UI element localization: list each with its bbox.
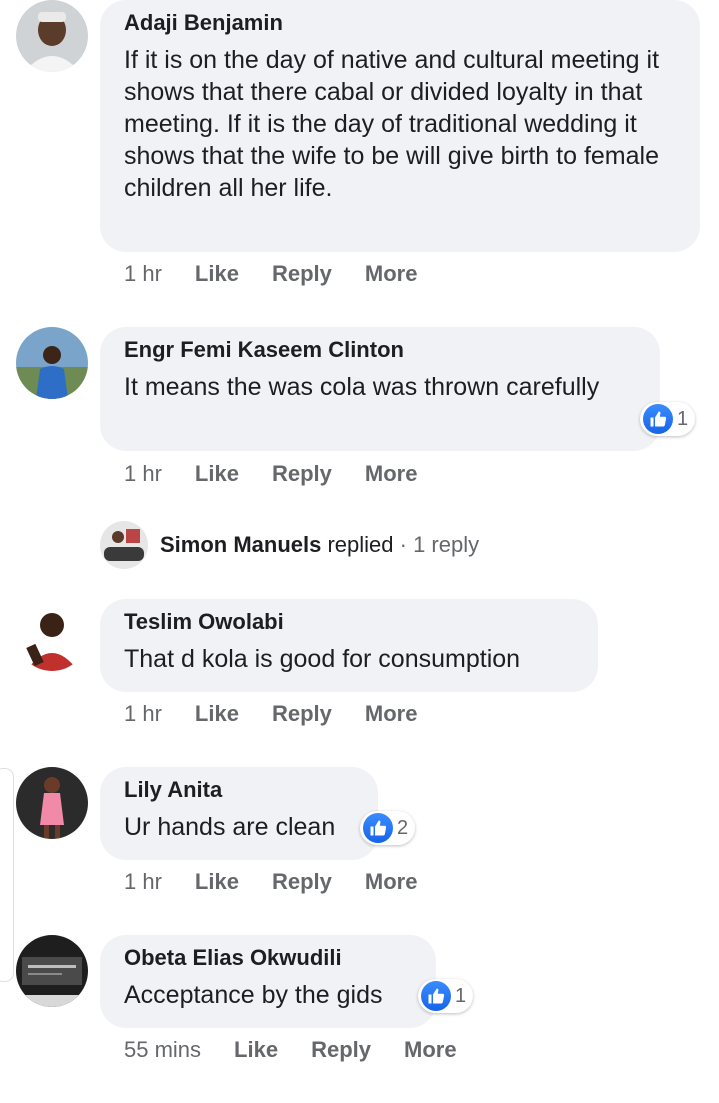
more-button[interactable]: More bbox=[365, 261, 418, 287]
comment-text: Ur hands are clean bbox=[124, 813, 336, 841]
reaction-badge[interactable]: 1 bbox=[640, 402, 696, 436]
comment-time[interactable]: 1 hr bbox=[124, 869, 162, 895]
comment-time[interactable]: 1 hr bbox=[124, 261, 162, 287]
reply-summary-text: Simon Manuels replied · 1 reply bbox=[160, 532, 479, 558]
more-button[interactable]: More bbox=[365, 869, 418, 895]
comment-text: If it is on the day of native and cultur… bbox=[124, 46, 660, 202]
reply-avatar bbox=[100, 521, 148, 569]
avatar[interactable] bbox=[16, 0, 88, 72]
view-replies-link[interactable]: Simon Manuels replied · 1 reply bbox=[100, 521, 479, 569]
comment-actions: 55 mins Like Reply More bbox=[124, 1037, 457, 1063]
comment-time[interactable]: 1 hr bbox=[124, 701, 162, 727]
reaction-badge[interactable]: 2 bbox=[360, 811, 416, 845]
comment-actions: 1 hr Like Reply More bbox=[124, 869, 417, 895]
reply-count[interactable]: 1 reply bbox=[413, 532, 479, 557]
side-panel-edge bbox=[0, 768, 14, 982]
reply-button[interactable]: Reply bbox=[272, 461, 332, 487]
comment-time[interactable]: 1 hr bbox=[124, 461, 162, 487]
reaction-count: 2 bbox=[397, 816, 409, 839]
more-button[interactable]: More bbox=[365, 701, 418, 727]
avatar[interactable] bbox=[16, 327, 88, 399]
like-button[interactable]: Like bbox=[195, 869, 239, 895]
comment-bubble: Engr Femi Kaseem Clinton It means the wa… bbox=[100, 327, 660, 451]
reaction-badge[interactable]: 1 bbox=[418, 979, 474, 1013]
reply-author[interactable]: Simon Manuels bbox=[160, 532, 321, 557]
reaction-count: 1 bbox=[455, 984, 467, 1007]
comment-author[interactable]: Engr Femi Kaseem Clinton bbox=[124, 337, 636, 363]
comment-author[interactable]: Lily Anita bbox=[124, 777, 354, 803]
comment-bubble: Obeta Elias Okwudili Acceptance by the g… bbox=[100, 935, 436, 1028]
comment-author[interactable]: Teslim Owolabi bbox=[124, 609, 574, 635]
comment-text: It means the was cola was thrown careful… bbox=[124, 373, 600, 401]
reply-button[interactable]: Reply bbox=[311, 1037, 371, 1063]
avatar[interactable] bbox=[16, 935, 88, 1007]
comment-actions: 1 hr Like Reply More bbox=[124, 701, 417, 727]
like-button[interactable]: Like bbox=[195, 461, 239, 487]
more-button[interactable]: More bbox=[404, 1037, 457, 1063]
comment-bubble: Lily Anita Ur hands are clean bbox=[100, 767, 378, 860]
like-button[interactable]: Like bbox=[195, 701, 239, 727]
reaction-count: 1 bbox=[677, 407, 689, 430]
more-button[interactable]: More bbox=[365, 461, 418, 487]
comment-author[interactable]: Obeta Elias Okwudili bbox=[124, 945, 412, 971]
comment-actions: 1 hr Like Reply More bbox=[124, 461, 417, 487]
like-icon bbox=[421, 981, 451, 1011]
comment-author[interactable]: Adaji Benjamin bbox=[124, 10, 676, 36]
comment-actions: 1 hr Like Reply More bbox=[124, 261, 417, 287]
like-button[interactable]: Like bbox=[234, 1037, 278, 1063]
reply-button[interactable]: Reply bbox=[272, 701, 332, 727]
comment-bubble: Adaji Benjamin If it is on the day of na… bbox=[100, 0, 700, 252]
reply-verb: replied bbox=[321, 532, 394, 557]
like-icon bbox=[643, 404, 673, 434]
comment-bubble: Teslim Owolabi That d kola is good for c… bbox=[100, 599, 598, 692]
avatar[interactable] bbox=[16, 767, 88, 839]
reply-separator: · bbox=[393, 532, 414, 557]
reply-button[interactable]: Reply bbox=[272, 869, 332, 895]
comment-time[interactable]: 55 mins bbox=[124, 1037, 201, 1063]
comment-text: That d kola is good for consumption bbox=[124, 645, 521, 673]
like-button[interactable]: Like bbox=[195, 261, 239, 287]
like-icon bbox=[363, 813, 393, 843]
comment-text: Acceptance by the gids bbox=[124, 981, 383, 1009]
reply-button[interactable]: Reply bbox=[272, 261, 332, 287]
avatar[interactable] bbox=[16, 599, 88, 671]
